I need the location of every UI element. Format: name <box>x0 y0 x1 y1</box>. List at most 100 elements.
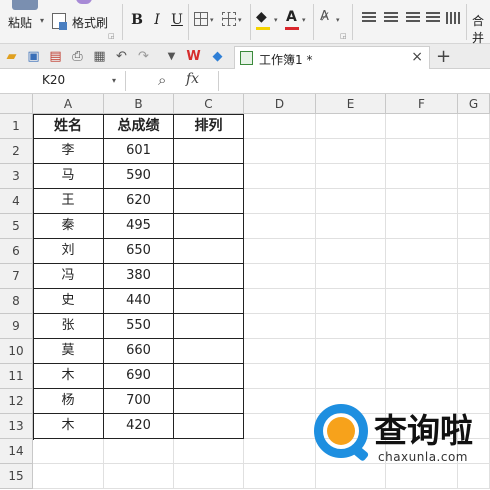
column-header-f[interactable]: F <box>386 94 458 114</box>
table-cell[interactable]: 刘 <box>33 239 104 264</box>
font-color-button[interactable]: A <box>286 9 297 25</box>
empty-cell[interactable] <box>458 314 490 339</box>
empty-cell[interactable] <box>386 114 458 139</box>
empty-cell[interactable] <box>316 164 386 189</box>
row-header[interactable]: 10 <box>0 339 33 364</box>
empty-cell[interactable] <box>316 189 386 214</box>
empty-cell[interactable] <box>316 289 386 314</box>
chevron-down-icon[interactable]: ▾ <box>112 76 116 85</box>
table-cell[interactable]: 690 <box>104 364 174 389</box>
empty-cell[interactable] <box>458 214 490 239</box>
empty-cell[interactable] <box>386 339 458 364</box>
empty-cell[interactable] <box>386 139 458 164</box>
row-header[interactable]: 3 <box>0 164 33 189</box>
empty-cell[interactable] <box>458 189 490 214</box>
empty-cell[interactable] <box>458 239 490 264</box>
column-header-b[interactable]: B <box>104 94 174 114</box>
distributed-align-icon[interactable] <box>446 12 460 24</box>
empty-cell[interactable] <box>316 239 386 264</box>
customize-dropdown-icon[interactable]: ▼ <box>164 49 179 64</box>
empty-cell[interactable] <box>458 364 490 389</box>
empty-cell[interactable] <box>316 364 386 389</box>
export-pdf-icon[interactable]: ▤ <box>48 49 63 64</box>
wps-logo-icon[interactable]: W <box>186 49 201 64</box>
table-cell[interactable]: 杨 <box>33 389 104 414</box>
table-cell[interactable] <box>174 139 244 164</box>
select-all-corner[interactable] <box>0 94 33 114</box>
underline-button[interactable]: U <box>168 10 186 30</box>
format-painter-button[interactable]: 格式刷 <box>72 14 108 31</box>
borders-icon[interactable] <box>194 12 208 26</box>
empty-cell[interactable] <box>386 289 458 314</box>
empty-cell[interactable] <box>386 264 458 289</box>
align-right-icon[interactable] <box>406 12 420 24</box>
empty-cell[interactable] <box>316 139 386 164</box>
paste-icon[interactable] <box>12 0 38 10</box>
row-header[interactable]: 11 <box>0 364 33 389</box>
insert-function-icon[interactable]: fx <box>186 71 199 87</box>
align-left-icon[interactable] <box>362 12 376 24</box>
fill-color-dropdown-icon[interactable]: ▾ <box>274 16 278 24</box>
column-header-d[interactable]: D <box>244 94 316 114</box>
table-cell[interactable]: 495 <box>104 214 174 239</box>
table-cell[interactable] <box>174 189 244 214</box>
table-cell[interactable]: 620 <box>104 189 174 214</box>
table-cell[interactable] <box>174 364 244 389</box>
empty-cell[interactable] <box>244 189 316 214</box>
empty-cell[interactable] <box>244 164 316 189</box>
table-cell[interactable]: 380 <box>104 264 174 289</box>
cell-borders-dropdown-icon[interactable]: ▾ <box>238 16 242 24</box>
table-cell[interactable] <box>174 264 244 289</box>
table-cell[interactable]: 700 <box>104 389 174 414</box>
header-cell[interactable]: 总成绩 <box>104 114 174 139</box>
empty-cell[interactable] <box>104 464 174 489</box>
save-icon[interactable]: ▣ <box>26 49 41 64</box>
row-header[interactable]: 1 <box>0 114 33 139</box>
row-header[interactable]: 15 <box>0 464 33 489</box>
cell-borders-icon[interactable] <box>222 12 236 26</box>
empty-cell[interactable] <box>244 214 316 239</box>
empty-cell[interactable] <box>244 239 316 264</box>
row-header[interactable]: 13 <box>0 414 33 439</box>
column-header-c[interactable]: C <box>174 94 244 114</box>
table-cell[interactable] <box>174 389 244 414</box>
cube-icon[interactable]: ◆ <box>210 49 225 64</box>
empty-cell[interactable] <box>316 214 386 239</box>
empty-cell[interactable] <box>458 264 490 289</box>
font-color-dropdown-icon[interactable]: ▾ <box>302 16 306 24</box>
table-cell[interactable]: 420 <box>104 414 174 439</box>
empty-cell[interactable] <box>244 139 316 164</box>
font-dialog-launcher-icon[interactable]: ◲ <box>340 32 347 40</box>
table-cell[interactable]: 史 <box>33 289 104 314</box>
empty-cell[interactable] <box>244 289 316 314</box>
clear-format-dropdown-icon[interactable]: ▾ <box>336 16 340 24</box>
bold-button[interactable]: B <box>128 10 146 30</box>
print-preview-icon[interactable]: ▦ <box>92 49 107 64</box>
row-header[interactable]: 14 <box>0 439 33 464</box>
table-cell[interactable]: 冯 <box>33 264 104 289</box>
row-header[interactable]: 9 <box>0 314 33 339</box>
print-icon[interactable]: ⎙ <box>70 49 85 64</box>
table-cell[interactable]: 660 <box>104 339 174 364</box>
empty-cell[interactable] <box>316 264 386 289</box>
table-cell[interactable] <box>174 414 244 439</box>
empty-cell[interactable] <box>386 189 458 214</box>
table-cell[interactable]: 木 <box>33 364 104 389</box>
tab-workbook[interactable]: 工作簿1 * × <box>234 46 430 69</box>
empty-cell[interactable] <box>244 339 316 364</box>
paste-dropdown-icon[interactable]: ▾ <box>40 16 44 25</box>
table-cell[interactable]: 王 <box>33 189 104 214</box>
empty-cell[interactable] <box>244 314 316 339</box>
table-cell[interactable] <box>174 289 244 314</box>
empty-cell[interactable] <box>244 439 316 464</box>
empty-cell[interactable] <box>33 439 104 464</box>
table-cell[interactable]: 木 <box>33 414 104 439</box>
search-icon[interactable]: ⌕ <box>158 71 166 89</box>
redo-icon[interactable]: ↷ <box>136 49 151 64</box>
row-header[interactable]: 4 <box>0 189 33 214</box>
header-cell[interactable]: 排列 <box>174 114 244 139</box>
table-cell[interactable]: 李 <box>33 139 104 164</box>
table-cell[interactable]: 秦 <box>33 214 104 239</box>
table-cell[interactable]: 650 <box>104 239 174 264</box>
table-cell[interactable]: 550 <box>104 314 174 339</box>
